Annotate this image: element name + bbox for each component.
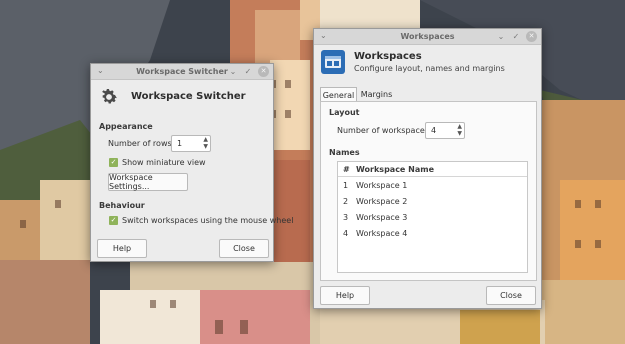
column-header-number[interactable]: # <box>343 165 350 174</box>
workspaces-icon-glyph <box>325 56 341 68</box>
dialog-header-subtitle: Configure layout, names and margins <box>354 64 505 73</box>
miniature-view-label[interactable]: Show miniature view <box>122 158 206 167</box>
help-button[interactable]: Help <box>97 239 147 258</box>
row-name[interactable]: Workspace 3 <box>356 213 407 222</box>
workspace-count-spinbox[interactable]: 4 ▲ ▼ <box>425 122 465 139</box>
increment-icon[interactable]: ▲ <box>457 123 462 130</box>
row-name[interactable]: Workspace 2 <box>356 197 407 206</box>
maximize-icon[interactable]: ✓ <box>511 30 521 43</box>
decrement-icon[interactable]: ▼ <box>457 130 462 137</box>
help-button[interactable]: Help <box>320 286 370 305</box>
close-button[interactable]: Close <box>219 239 269 258</box>
miniature-view-checkbox[interactable]: ✓ <box>109 158 118 167</box>
row-number: 3 <box>343 213 349 222</box>
increment-icon[interactable]: ▲ <box>203 136 208 143</box>
table-row[interactable]: 3 Workspace 3 <box>338 210 527 226</box>
workspaces-app-icon <box>321 50 345 74</box>
workspace-count-value[interactable]: 4 <box>431 126 436 135</box>
row-name[interactable]: Workspace 4 <box>356 229 407 238</box>
appearance-heading: Appearance <box>99 122 153 131</box>
workspace-count-label: Number of workspaces: <box>337 126 432 135</box>
workspace-switcher-dialog: ⌄ Workspace Switcher ⌄ ✓ ✕ Workspace Swi… <box>90 63 293 262</box>
gear-icon <box>102 89 117 104</box>
workspace-settings-button[interactable]: Workspace Settings... <box>108 173 188 191</box>
rows-spinbox[interactable]: 1 ▲ ▼ <box>171 135 211 152</box>
row-number: 4 <box>343 229 349 238</box>
close-icon[interactable]: ✕ <box>258 66 269 77</box>
mouse-wheel-checkbox[interactable]: ✓ <box>109 216 118 225</box>
titlebar[interactable]: ⌄ Workspace Switcher ⌄ ✓ ✕ <box>91 64 273 80</box>
window-menu-icon[interactable]: ⌄ <box>97 66 104 75</box>
row-number: 1 <box>343 181 349 190</box>
tab-margins[interactable]: Margins <box>359 87 394 102</box>
decrement-icon[interactable]: ▼ <box>203 143 208 150</box>
window-menu-icon[interactable]: ⌄ <box>320 31 327 40</box>
tab-panel-general: Layout Number of workspaces: 4 ▲ ▼ Names… <box>320 101 537 281</box>
row-number: 2 <box>343 197 349 206</box>
close-button[interactable]: Close <box>486 286 536 305</box>
close-icon[interactable]: ✕ <box>526 31 537 42</box>
table-row[interactable]: 4 Workspace 4 <box>338 226 527 242</box>
behaviour-heading: Behaviour <box>99 201 145 210</box>
minimize-icon[interactable]: ⌄ <box>496 30 506 43</box>
workspaces-dialog: ⌄ Workspaces ⌄ ✓ ✕ Workspaces Configure … <box>313 28 542 309</box>
minimize-icon[interactable]: ⌄ <box>228 65 238 78</box>
rows-value[interactable]: 1 <box>177 139 182 148</box>
window-title: Workspace Switcher <box>136 67 228 76</box>
window-title: Workspaces <box>400 32 455 41</box>
table-row[interactable]: 1 Workspace 1 <box>338 178 527 194</box>
column-header-name[interactable]: Workspace Name <box>356 165 434 174</box>
names-heading: Names <box>329 148 360 157</box>
row-name[interactable]: Workspace 1 <box>356 181 407 190</box>
table-header: # Workspace Name <box>338 162 527 177</box>
titlebar[interactable]: ⌄ Workspaces ⌄ ✓ ✕ <box>314 29 541 45</box>
table-row[interactable]: 2 Workspace 2 <box>338 194 527 210</box>
rows-label: Number of rows: <box>108 139 175 148</box>
workspace-names-table[interactable]: # Workspace Name 1 Workspace 1 2 Workspa… <box>337 161 528 273</box>
dialog-header-title: Workspace Switcher <box>131 91 246 102</box>
maximize-icon[interactable]: ✓ <box>243 65 253 78</box>
tab-general[interactable]: General <box>320 87 357 102</box>
mouse-wheel-label[interactable]: Switch workspaces using the mouse wheel <box>122 216 293 225</box>
layout-heading: Layout <box>329 108 360 117</box>
dialog-header-title: Workspaces <box>354 51 422 62</box>
